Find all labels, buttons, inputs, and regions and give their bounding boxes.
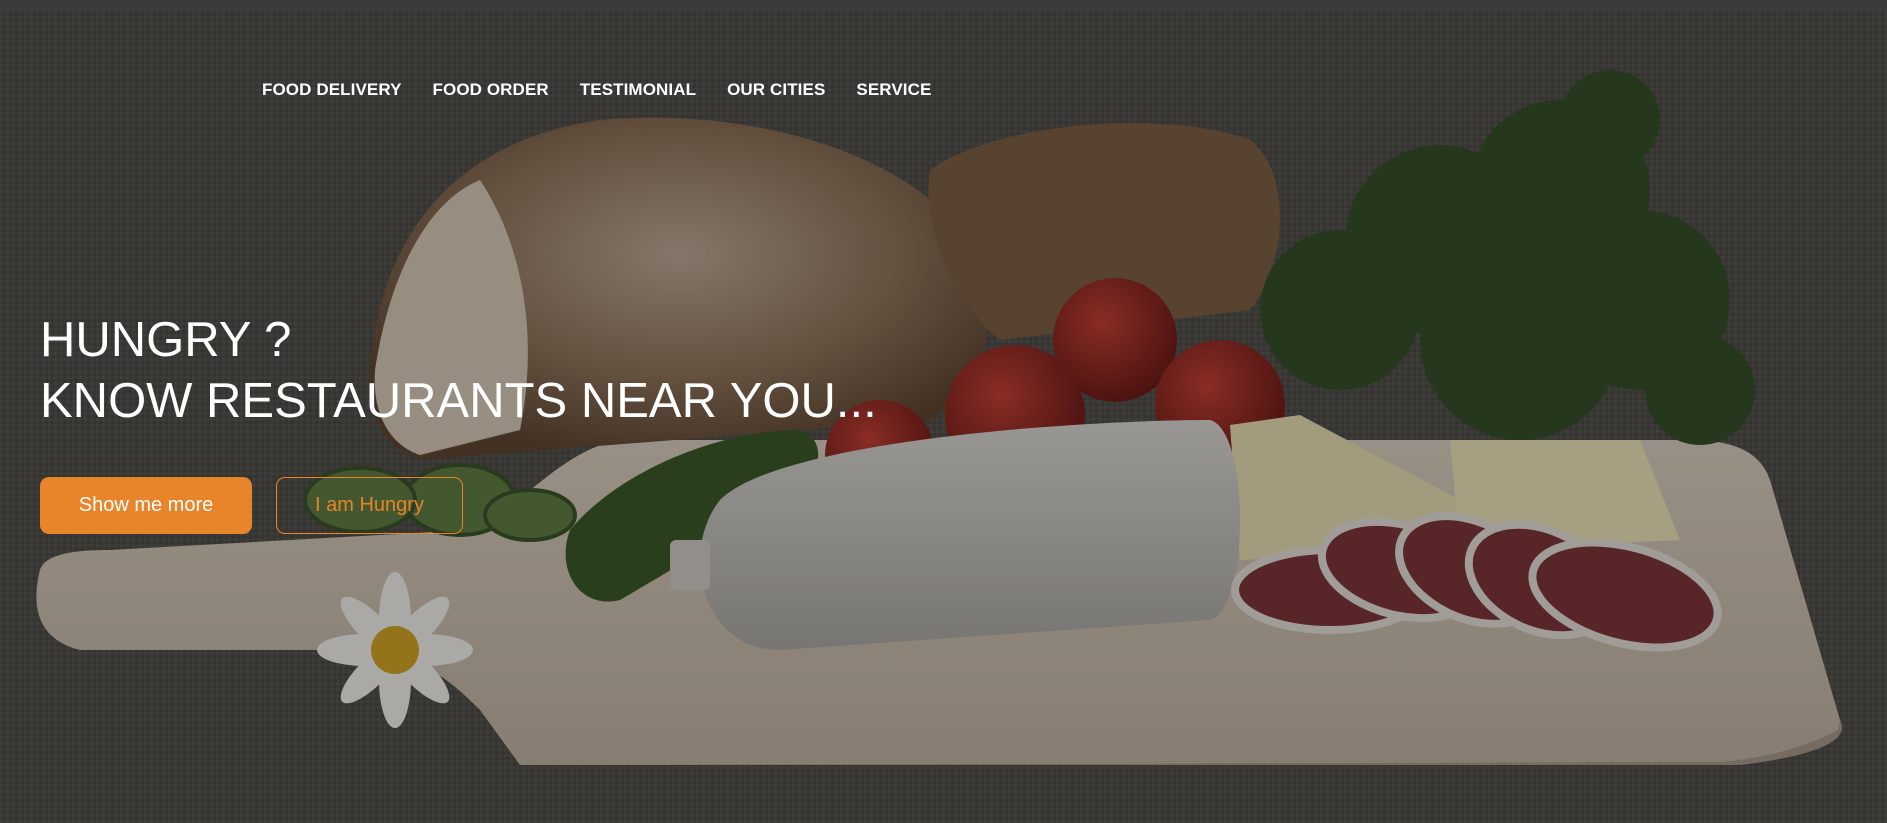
i-am-hungry-button[interactable]: I am Hungry [276, 477, 463, 534]
top-bar [0, 0, 1887, 10]
nav-item-testimonial[interactable]: TESTIMONIAL [580, 80, 696, 100]
main-nav: FOOD DELIVERY FOOD ORDER TESTIMONIAL OUR… [262, 80, 931, 100]
landing-page: FOOD DELIVERY FOOD ORDER TESTIMONIAL OUR… [0, 0, 1887, 823]
nav-item-food-order[interactable]: FOOD ORDER [433, 80, 549, 100]
hero-headline: HUNGRY ? KNOW RESTAURANTS NEAR YOU... [40, 310, 877, 432]
nav-item-food-delivery[interactable]: FOOD DELIVERY [262, 80, 402, 100]
hero-headline-line-1: HUNGRY ? [40, 313, 292, 367]
nav-item-service[interactable]: SERVICE [856, 80, 931, 100]
hero-headline-line-2: KNOW RESTAURANTS NEAR YOU... [40, 374, 877, 428]
nav-item-our-cities[interactable]: OUR CITIES [727, 80, 825, 100]
show-me-more-button[interactable]: Show me more [40, 477, 252, 534]
